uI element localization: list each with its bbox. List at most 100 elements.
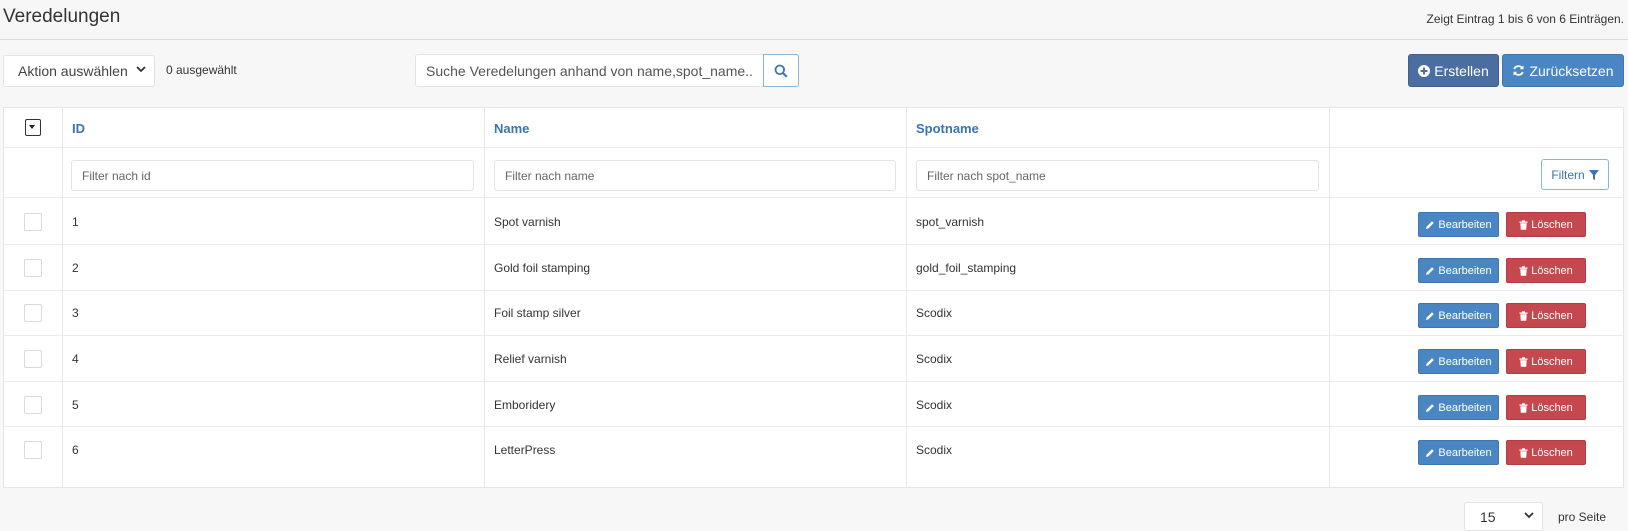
delete-button-label: Löschen [1531,401,1573,414]
cell-name: LetterPress [494,443,556,457]
trash-icon [1519,219,1528,230]
search-group [415,54,799,87]
cell-spotname: gold_foil_stamping [916,261,1017,275]
pencil-icon [1425,311,1435,321]
pencil-icon [1425,448,1435,458]
selected-count: 0 ausgewählt [166,63,237,77]
row-divider [4,147,1623,148]
pencil-icon [1425,220,1435,230]
edit-button[interactable]: Bearbeiten [1418,212,1499,237]
table-row: 6 LetterPress Scodix Bearbeiten Löschen [4,427,1625,474]
pencil-icon [1425,403,1435,413]
cell-spotname: Scodix [916,443,953,457]
edit-button-label: Bearbeiten [1438,401,1492,414]
cell-spotname: Scodix [916,306,953,320]
cell-spotname: Scodix [916,352,953,366]
chevron-down-icon [1524,511,1534,519]
edit-button-label: Bearbeiten [1438,218,1492,231]
chevron-down-icon [136,65,146,73]
delete-button[interactable]: Löschen [1506,395,1586,420]
delete-button[interactable]: Löschen [1506,349,1586,374]
entries-summary: Zeigt Eintrag 1 bis 6 von 6 Einträgen. [1426,12,1624,26]
table-row: 2 Gold foil stamping gold_foil_stamping … [4,245,1625,292]
plus-circle-icon [1418,64,1431,77]
table-row: 5 Emboridery Scodix Bearbeiten Löschen [4,382,1625,429]
bulk-action-select-value: Aktion auswählen [18,63,128,79]
select-all-checkbox[interactable] [25,119,41,136]
filter-icon [1588,169,1599,180]
filter-button[interactable]: Filtern [1541,159,1609,190]
refresh-icon [1512,64,1525,77]
search-icon [774,64,788,78]
filter-button-label: Filtern [1551,167,1585,182]
delete-button-label: Löschen [1531,446,1573,459]
delete-button[interactable]: Löschen [1506,212,1586,237]
row-checkbox[interactable] [24,304,42,322]
per-page-label: pro Seite [1558,510,1607,524]
edit-button[interactable]: Bearbeiten [1418,395,1499,420]
per-page-value: 15 [1480,508,1496,525]
filter-spotname-input[interactable] [916,160,1319,191]
cell-name: Foil stamp silver [494,306,581,320]
trash-icon [1519,402,1528,413]
edit-button-label: Bearbeiten [1438,355,1492,368]
edit-button-label: Bearbeiten [1438,264,1492,277]
cell-name: Relief varnish [494,352,567,366]
row-checkbox[interactable] [24,441,42,459]
edit-button-label: Bearbeiten [1438,309,1492,322]
cell-name: Emboridery [494,398,556,412]
delete-button[interactable]: Löschen [1506,303,1586,328]
edit-button[interactable]: Bearbeiten [1418,349,1499,374]
trash-icon [1519,310,1528,321]
data-table: ID Name Spotname Filtern 1 Spot varnish … [3,107,1624,488]
per-page-select[interactable]: 15 [1464,502,1543,531]
cell-id: 4 [72,352,79,366]
column-header-id[interactable]: ID [72,121,85,136]
delete-button[interactable]: Löschen [1506,440,1586,465]
filter-name-input[interactable] [494,160,896,191]
cell-name: Gold foil stamping [494,261,591,275]
row-checkbox[interactable] [24,396,42,414]
page-title: Veredelungen [3,6,121,27]
table-row: 1 Spot varnish spot_varnish Bearbeiten L… [4,199,1625,246]
cell-spotname: Scodix [916,398,953,412]
cell-id: 5 [72,398,79,412]
create-button-label: Erstellen [1434,62,1489,79]
edit-button[interactable]: Bearbeiten [1418,303,1499,328]
reset-button[interactable]: Zurücksetzen [1502,54,1624,87]
page-header: Veredelungen Zeigt Eintrag 1 bis 6 von 6… [0,0,1628,40]
delete-button[interactable]: Löschen [1506,258,1586,283]
trash-icon [1519,356,1528,367]
cell-id: 2 [72,261,79,275]
cell-id: 3 [72,306,79,320]
cell-spotname: spot_varnish [916,215,985,229]
delete-button-label: Löschen [1531,264,1573,277]
edit-button-label: Bearbeiten [1438,446,1492,459]
pencil-icon [1425,357,1435,367]
row-checkbox[interactable] [24,259,42,277]
row-checkbox[interactable] [24,213,42,231]
delete-button-label: Löschen [1531,218,1573,231]
search-button[interactable] [763,54,799,87]
cell-id: 6 [72,443,79,457]
table-row: 3 Foil stamp silver Scodix Bearbeiten Lö… [4,290,1625,337]
table-row: 4 Relief varnish Scodix Bearbeiten Lösch… [4,336,1625,383]
delete-button-label: Löschen [1531,309,1573,322]
search-input[interactable] [415,54,764,87]
trash-icon [1519,447,1528,458]
delete-button-label: Löschen [1531,355,1573,368]
cell-id: 1 [72,215,79,229]
edit-button[interactable]: Bearbeiten [1418,258,1499,283]
column-header-name[interactable]: Name [494,121,529,136]
row-checkbox[interactable] [24,350,42,368]
column-header-spotname[interactable]: Spotname [916,121,979,136]
row-divider [4,197,1623,198]
create-button[interactable]: Erstellen [1408,54,1499,87]
filter-id-input[interactable] [71,160,474,191]
edit-button[interactable]: Bearbeiten [1418,440,1499,465]
bulk-action-select[interactable]: Aktion auswählen [3,55,155,87]
trash-icon [1519,265,1528,276]
cell-name: Spot varnish [494,215,561,229]
reset-button-label: Zurücksetzen [1529,62,1614,79]
pencil-icon [1425,266,1435,276]
